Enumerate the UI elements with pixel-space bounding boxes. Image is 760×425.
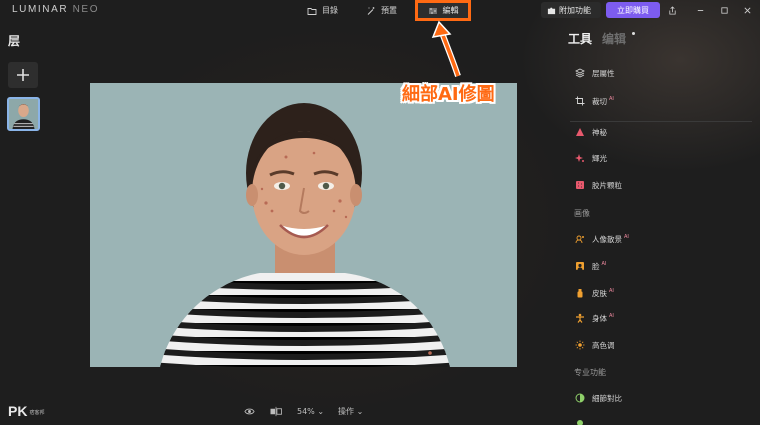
addons-button[interactable]: 附加功能 <box>541 2 601 18</box>
layer-thumbnail[interactable] <box>7 97 40 131</box>
portrait-bokeh-icon <box>575 235 584 244</box>
folder-icon <box>307 7 317 15</box>
layers-icon <box>574 68 585 78</box>
sliders-icon <box>428 7 437 14</box>
crop-icon <box>575 96 584 106</box>
high-key-icon <box>575 340 584 350</box>
compare-icon[interactable] <box>269 406 283 417</box>
tool-face[interactable]: 脸 AI <box>574 259 606 273</box>
film-grain-icon <box>575 181 584 189</box>
tool-mystic[interactable]: 神秘 <box>574 125 607 139</box>
eye-icon[interactable] <box>244 406 255 417</box>
tool-detail-contrast[interactable]: 細節對比 <box>574 391 622 405</box>
share-icon[interactable] <box>666 4 678 16</box>
skin-icon <box>577 289 582 298</box>
puzzle-icon <box>547 7 556 14</box>
tool-glow[interactable]: 輝光 <box>574 151 607 165</box>
portrait-thumbnail-image <box>9 99 38 129</box>
face-icon <box>575 262 584 270</box>
tab-tools[interactable]: 工具 <box>568 30 592 47</box>
close-icon[interactable] <box>741 4 753 16</box>
annotation-label: 細部AI修圖 <box>402 84 495 105</box>
tool-skin[interactable]: 皮肤 AI <box>574 286 614 300</box>
tool-icon <box>576 420 583 425</box>
tool-layer-properties[interactable]: 层屬性 <box>574 66 615 80</box>
maximize-icon[interactable] <box>718 4 730 16</box>
tool-film-grain[interactable]: 胶片颗粒 <box>574 178 622 192</box>
buy-now-button[interactable]: 立即購買 <box>606 2 660 18</box>
right-panel-tabs: 工具 编辑 <box>568 30 626 47</box>
actions-menu[interactable]: 操作 ⌄ <box>338 406 363 417</box>
body-icon <box>575 313 584 323</box>
nav-presets[interactable]: 預置 <box>366 3 397 18</box>
portrait-photo <box>90 83 517 367</box>
nav-catalog[interactable]: 目錄 <box>307 3 338 18</box>
tool-portrait-bokeh[interactable]: 人像散景 AI <box>574 232 629 246</box>
section-pro: 专业功能 <box>574 368 606 377</box>
minimize-icon[interactable] <box>694 4 706 16</box>
pk-watermark: PK 痞客邦 <box>8 403 45 419</box>
panel-divider <box>570 121 752 122</box>
tool-body[interactable]: 身体 AI <box>574 311 614 325</box>
layers-title: 层 <box>8 34 21 48</box>
glow-icon <box>574 154 584 162</box>
add-layer-button[interactable] <box>8 62 38 88</box>
bottom-toolbar: 54% ⌄ 操作 ⌄ <box>244 406 363 417</box>
nav-edit[interactable]: 編輯 <box>415 0 471 21</box>
contrast-icon <box>575 393 584 403</box>
zoom-level[interactable]: 54% ⌄ <box>297 407 324 416</box>
magic-wand-icon <box>367 6 375 15</box>
plus-icon <box>17 69 29 81</box>
tool-next-partial[interactable] <box>574 416 585 425</box>
mystic-icon <box>575 128 584 136</box>
top-bar: LUMINAR NEO 目錄 預置 編輯 附加功能 立即購買 <box>0 0 760 21</box>
main-photo-canvas[interactable] <box>90 83 517 367</box>
app-logo: LUMINAR NEO <box>12 4 100 15</box>
tab-edit[interactable]: 编辑 <box>602 30 626 47</box>
tool-high-key[interactable]: 高色调 <box>574 338 615 352</box>
tool-crop[interactable]: 裁切 AI <box>574 94 614 108</box>
edit-indicator-dot <box>632 32 635 35</box>
section-portrait: 画像 <box>574 209 590 218</box>
